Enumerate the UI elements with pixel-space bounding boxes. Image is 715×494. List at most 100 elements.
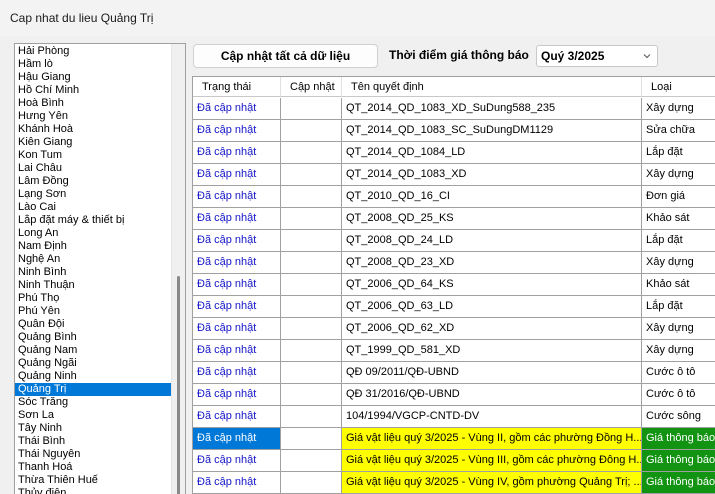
update-cell[interactable] <box>281 428 342 450</box>
update-cell[interactable] <box>281 318 342 340</box>
status-cell[interactable]: Đã cập nhật <box>193 450 281 472</box>
status-cell[interactable]: Đã cập nhật <box>193 274 281 296</box>
type-cell[interactable]: Khảo sát <box>642 274 715 296</box>
province-list-item[interactable]: Quảng Bình <box>15 331 173 344</box>
decision-name-cell[interactable]: QT_2010_QD_16_CI <box>342 186 642 208</box>
province-list-item[interactable]: Khánh Hoà <box>15 123 173 136</box>
update-cell[interactable] <box>281 450 342 472</box>
type-cell[interactable]: Giá thông báo <box>642 472 715 494</box>
province-list-item[interactable]: Nam Định <box>15 240 173 253</box>
type-cell[interactable]: Đơn giá <box>642 186 715 208</box>
decision-name-cell[interactable]: QT_2006_QD_62_XD <box>342 318 642 340</box>
column-header-update[interactable]: Cập nhật <box>281 77 342 97</box>
type-cell[interactable]: Cước ô tô <box>642 362 715 384</box>
table-row[interactable]: Đã cập nhật QT_2008_QD_24_LD Lắp đặt <box>193 230 715 252</box>
type-cell[interactable]: Lắp đặt <box>642 296 715 318</box>
type-cell[interactable]: Sửa chữa <box>642 120 715 142</box>
decision-name-cell[interactable]: QT_2014_QD_1083_XD_SuDung588_235 <box>342 98 642 120</box>
table-row[interactable]: Đã cập nhật QT_2006_QD_63_LD Lắp đặt <box>193 296 715 318</box>
status-cell[interactable]: Đã cập nhật <box>193 296 281 318</box>
status-cell[interactable]: Đã cập nhật <box>193 340 281 362</box>
column-header-type[interactable]: Loại <box>642 77 715 97</box>
decision-name-cell[interactable]: Giá vật liệu quý 3/2025 - Vùng IV, gồm p… <box>342 472 642 494</box>
table-row[interactable]: Đã cập nhật QT_2014_QD_1083_XD Xây dựng <box>193 164 715 186</box>
table-row[interactable]: Đã cập nhật QT_1999_QD_581_XD Xây dựng <box>193 340 715 362</box>
table-row[interactable]: Đã cập nhật Giá vật liệu quý 3/2025 - Vùn… <box>193 450 715 472</box>
province-list-item[interactable]: Hưng Yên <box>15 110 173 123</box>
decision-name-cell[interactable]: Giá vật liệu quý 3/2025 - Vùng III, gồm … <box>342 450 642 472</box>
type-cell[interactable]: Cước sông <box>642 406 715 428</box>
province-list-item[interactable]: Phú Yên <box>15 305 173 318</box>
province-list-item[interactable]: Quảng Nam <box>15 344 173 357</box>
status-cell[interactable]: Đã cập nhật <box>193 472 281 494</box>
status-cell[interactable]: Đã cập nhật <box>193 318 281 340</box>
type-cell[interactable]: Lắp đặt <box>642 230 715 252</box>
province-list-item[interactable]: Kiên Giang <box>15 136 173 149</box>
update-cell[interactable] <box>281 142 342 164</box>
province-list-item[interactable]: Thanh Hoá <box>15 461 173 474</box>
table-row[interactable]: Đã cập nhật QT_2014_QD_1083_XD_SuDung588_… <box>193 98 715 120</box>
province-list-item[interactable]: Lắp đặt máy & thiết bị <box>15 214 173 227</box>
decision-name-cell[interactable]: QT_2008_QD_24_LD <box>342 230 642 252</box>
status-cell[interactable]: Đã cập nhật <box>193 164 281 186</box>
decision-name-cell[interactable]: QT_2014_QD_1083_XD <box>342 164 642 186</box>
update-cell[interactable] <box>281 296 342 318</box>
status-cell[interactable]: Đã cập nhật <box>193 230 281 252</box>
status-cell[interactable]: Đã cập nhật <box>193 186 281 208</box>
update-cell[interactable] <box>281 186 342 208</box>
decision-name-cell[interactable]: QT_2014_QD_1083_SC_SuDungDM1129 <box>342 120 642 142</box>
update-cell[interactable] <box>281 274 342 296</box>
period-select[interactable]: Quý 3/2025 <box>536 45 658 67</box>
status-cell[interactable]: Đã cập nhật <box>193 362 281 384</box>
update-cell[interactable] <box>281 164 342 186</box>
update-cell[interactable] <box>281 208 342 230</box>
status-cell[interactable]: Đã cập nhật <box>193 406 281 428</box>
table-row[interactable]: Đã cập nhật 104/1994/VGCP-CNTD-DV Cước sôn… <box>193 406 715 428</box>
table-row[interactable]: Đã cập nhật Giá vật liệu quý 3/2025 - Vùn… <box>193 472 715 494</box>
column-header-decision-name[interactable]: Tên quyết định <box>342 77 642 97</box>
province-list-item[interactable]: Thừa Thiên Huế <box>15 474 173 487</box>
table-row[interactable]: Đã cập nhật QT_2006_QD_62_XD Xây dựng <box>193 318 715 340</box>
province-list-item[interactable]: Kon Tum <box>15 149 173 162</box>
update-cell[interactable] <box>281 120 342 142</box>
province-list-item[interactable]: Lào Cai <box>15 201 173 214</box>
type-cell[interactable]: Giá thông báo <box>642 450 715 472</box>
province-list-item[interactable]: Thái Bình <box>15 435 173 448</box>
status-cell[interactable]: Đã cập nhật <box>193 384 281 406</box>
table-row[interactable]: Đã cập nhật QT_2014_QD_1083_SC_SuDungDM11… <box>193 120 715 142</box>
status-cell[interactable]: Đã cập nhật <box>193 208 281 230</box>
update-cell[interactable] <box>281 384 342 406</box>
decision-name-cell[interactable]: Giá vật liệu quý 3/2025 - Vùng II, gồm c… <box>342 428 642 450</box>
province-list-item[interactable]: Lâm Đồng <box>15 175 173 188</box>
province-list-item[interactable]: Tây Ninh <box>15 422 173 435</box>
table-row[interactable]: Đã cập nhật QT_2010_QD_16_CI Đơn giá <box>193 186 715 208</box>
table-row[interactable]: Đã cập nhật QĐ 09/2011/QĐ-UBND Cước ô tô <box>193 362 715 384</box>
decision-name-cell[interactable]: QT_2006_QD_64_KS <box>342 274 642 296</box>
province-list-item[interactable]: Hải Phòng <box>15 45 173 58</box>
type-cell[interactable]: Giá thông báo <box>642 428 715 450</box>
status-cell[interactable]: Đã cập nhật <box>193 142 281 164</box>
type-cell[interactable]: Lắp đặt <box>642 142 715 164</box>
update-cell[interactable] <box>281 340 342 362</box>
decision-name-cell[interactable]: QĐ 09/2011/QĐ-UBND <box>342 362 642 384</box>
decision-name-cell[interactable]: QT_2014_QD_1084_LD <box>342 142 642 164</box>
province-list-item[interactable]: Nghệ An <box>15 253 173 266</box>
table-row[interactable]: Đã cập nhật QT_2008_QD_23_XD Xây dựng <box>193 252 715 274</box>
province-list-item[interactable]: Quân Đội <box>15 318 173 331</box>
update-cell[interactable] <box>281 406 342 428</box>
province-list-item[interactable]: Hầm lò <box>15 58 173 71</box>
decision-name-cell[interactable]: QT_1999_QD_581_XD <box>342 340 642 362</box>
table-row[interactable]: Đã cập nhật QT_2014_QD_1084_LD Lắp đặt <box>193 142 715 164</box>
province-list-item[interactable]: Hậu Giang <box>15 71 173 84</box>
column-header-status[interactable]: Trạng thái <box>193 77 281 97</box>
province-list-item[interactable]: Thủy điện <box>15 487 173 494</box>
province-list-item[interactable]: Quảng Ninh <box>15 370 173 383</box>
decision-name-cell[interactable]: QT_2008_QD_23_XD <box>342 252 642 274</box>
type-cell[interactable]: Xây dựng <box>642 318 715 340</box>
update-cell[interactable] <box>281 252 342 274</box>
type-cell[interactable]: Cước ô tô <box>642 384 715 406</box>
province-list-item[interactable]: Sơn La <box>15 409 173 422</box>
type-cell[interactable]: Xây dựng <box>642 252 715 274</box>
province-list-item[interactable]: Sóc Trăng <box>15 396 173 409</box>
table-row[interactable]: Đã cập nhật QĐ 31/2016/QĐ-UBND Cước ô tô <box>193 384 715 406</box>
